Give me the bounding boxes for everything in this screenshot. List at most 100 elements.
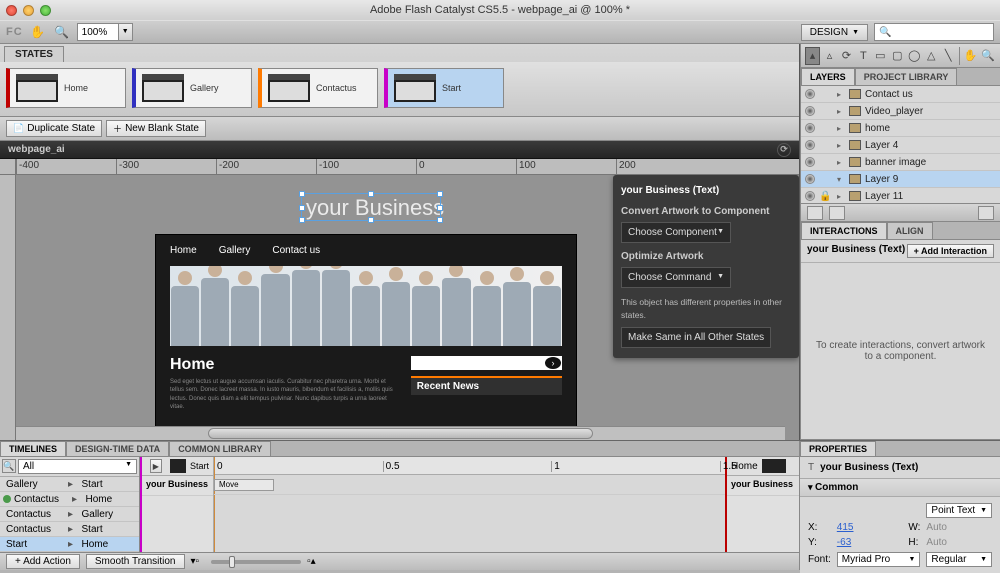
layer-banner-image[interactable]: ▸banner image [801, 154, 1000, 171]
tab-align[interactable]: ALIGN [887, 222, 933, 239]
chevron-down-icon[interactable]: ▼ [118, 24, 132, 40]
timelines-footer: + Add Action Smooth Transition ▾▫ ▫▴ [0, 552, 799, 570]
new-sublayer-icon[interactable] [829, 206, 845, 220]
nav-home[interactable]: Home [170, 245, 197, 256]
nav-gallery[interactable]: Gallery [219, 245, 251, 256]
y-value[interactable]: -63 [837, 537, 903, 548]
filter-icon[interactable]: 🔍 [2, 459, 16, 473]
line-tool-icon[interactable]: ╲ [941, 47, 956, 65]
state-start[interactable]: Start [384, 68, 504, 108]
new-layer-icon[interactable] [807, 206, 823, 220]
smooth-transition-button[interactable]: Smooth Transition [86, 554, 185, 569]
app-toolbar: FC ✋ 🔍 ▼ DESIGN▼ 🔍 [0, 20, 1000, 44]
ruler-vertical [0, 175, 16, 440]
select-tool-icon[interactable]: ▴ [805, 47, 820, 65]
font-family-dropdown[interactable]: Myriad Pro▼ [837, 552, 921, 567]
ellipse-tool-icon[interactable]: ◯ [907, 47, 922, 65]
text-type-dropdown[interactable]: Point Text▼ [926, 503, 992, 518]
layer-4[interactable]: ▸Layer 4 [801, 137, 1000, 154]
magnify-tool-icon[interactable]: 🔍 [53, 23, 71, 41]
timeline-bar-move[interactable]: Move [214, 479, 274, 491]
add-interaction-button[interactable]: + Add Interaction [907, 244, 994, 258]
app-title: Adobe Flash Catalyst CS5.5 - webpage_ai … [0, 4, 1000, 16]
tab-timelines[interactable]: TIMELINES [0, 441, 66, 456]
hand-tool-icon-2[interactable]: ✋ [963, 47, 979, 65]
common-section-header[interactable]: ▾ Common [800, 479, 1000, 497]
font-weight-dropdown[interactable]: Regular▼ [926, 552, 992, 567]
duplicate-state-button[interactable]: 📄 Duplicate State [6, 120, 102, 137]
new-blank-state-button[interactable]: ＋ New Blank State [106, 120, 206, 137]
visibility-icon[interactable] [805, 191, 815, 201]
round-rect-tool-icon[interactable]: ▢ [890, 47, 905, 65]
transition-row[interactable]: Start▸Home [0, 537, 139, 552]
timeline-tracks[interactable]: 0 0.5 1 1.5 Move [214, 457, 725, 552]
toolbox: ▴ ▵ ⟳ T ▭ ▢ ◯ △ ╲ ✋ 🔍 [801, 44, 1000, 68]
optimize-artwork-dropdown[interactable]: Choose Command▼ [621, 267, 731, 288]
from-state-column: ▶ Start your Business [140, 457, 214, 552]
transition-row[interactable]: Gallery▸Start [0, 477, 139, 492]
layer-home[interactable]: ▸home [801, 120, 1000, 137]
transition-row[interactable]: Contactus▸Gallery [0, 507, 139, 522]
tab-design-time-data[interactable]: DESIGN-TIME DATA [66, 441, 169, 456]
state-contactus[interactable]: Contactus [258, 68, 378, 108]
help-search-input[interactable]: 🔍 [874, 23, 994, 41]
zoom-in-icon[interactable]: ▫▴ [307, 556, 316, 567]
triangle-tool-icon[interactable]: △ [924, 47, 939, 65]
tab-project-library[interactable]: PROJECT LIBRARY [855, 68, 958, 85]
x-value[interactable]: 415 [837, 522, 903, 533]
transition-row[interactable]: Contactus▸Start [0, 522, 139, 537]
layer-9[interactable]: ▾Layer 9 [801, 171, 1000, 188]
tab-properties[interactable]: PROPERTIES [800, 441, 876, 456]
timeline-zoom-slider[interactable] [211, 560, 301, 564]
nav-contact[interactable]: Contact us [272, 245, 320, 256]
go-icon[interactable]: › [545, 357, 561, 369]
visibility-icon[interactable] [805, 106, 815, 116]
layer-contactus[interactable]: ▸Contact us [801, 86, 1000, 103]
tab-interactions[interactable]: INTERACTIONS [801, 222, 887, 239]
properties-title: your Business (Text) [820, 462, 918, 473]
visibility-icon[interactable] [805, 123, 815, 133]
visibility-icon[interactable] [805, 89, 815, 99]
folder-icon [849, 106, 861, 116]
delete-layer-icon[interactable] [978, 206, 994, 220]
ruler-origin[interactable] [0, 159, 16, 175]
play-button[interactable]: ▶ [150, 459, 162, 473]
playhead[interactable] [214, 457, 215, 552]
canvas[interactable]: -400-300-200-1000100200300400 your Busin… [0, 159, 799, 440]
transform-tool-icon[interactable]: ⟳ [839, 47, 854, 65]
tab-layers[interactable]: LAYERS [801, 68, 855, 85]
text-tool-icon[interactable]: T [856, 47, 871, 65]
zoom-control[interactable]: ▼ [77, 23, 133, 41]
zoom-tool-icon[interactable]: 🔍 [980, 47, 996, 65]
rect-tool-icon[interactable]: ▭ [873, 47, 888, 65]
track-label: your Business [727, 476, 799, 496]
zoom-out-icon[interactable]: ▾▫ [191, 556, 200, 567]
state-home[interactable]: Home [6, 68, 126, 108]
zoom-input[interactable] [78, 27, 118, 38]
states-tab[interactable]: STATES [4, 46, 64, 62]
canvas-scrollbar[interactable] [16, 426, 785, 440]
layer-video-player[interactable]: ▸Video_player [801, 103, 1000, 120]
hud-optimize-label: Optimize Artwork [621, 249, 791, 264]
tab-common-library[interactable]: COMMON LIBRARY [169, 441, 271, 456]
state-gallery[interactable]: Gallery [132, 68, 252, 108]
direct-select-tool-icon[interactable]: ▵ [822, 47, 837, 65]
properties-panel: PROPERTIES T your Business (Text) ▾ Comm… [800, 441, 1000, 570]
workspace-switcher[interactable]: DESIGN▼ [801, 24, 868, 41]
add-action-button[interactable]: + Add Action [6, 554, 80, 569]
make-same-button[interactable]: Make Same in All Other States [621, 327, 771, 348]
hand-tool-icon[interactable]: ✋ [29, 23, 47, 41]
h-value: Auto [926, 537, 992, 548]
filter-dropdown[interactable]: All▼ [18, 459, 137, 474]
visibility-icon[interactable] [805, 157, 815, 167]
layer-11[interactable]: 🔒▸Layer 11 [801, 188, 1000, 204]
convert-component-dropdown[interactable]: Choose Component▼ [621, 222, 731, 243]
lock-icon[interactable]: 🔒 [819, 191, 829, 202]
hud-convert-label: Convert Artwork to Component [621, 204, 791, 219]
visibility-icon[interactable] [805, 174, 815, 184]
transition-row[interactable]: Contactus▸Home [0, 492, 139, 507]
visibility-icon[interactable] [805, 140, 815, 150]
page-search[interactable]: › [411, 356, 562, 370]
refresh-icon[interactable]: ⟳ [777, 143, 791, 157]
transitions-list: 🔍 All▼ Gallery▸Start Contactus▸Home Cont… [0, 457, 140, 552]
